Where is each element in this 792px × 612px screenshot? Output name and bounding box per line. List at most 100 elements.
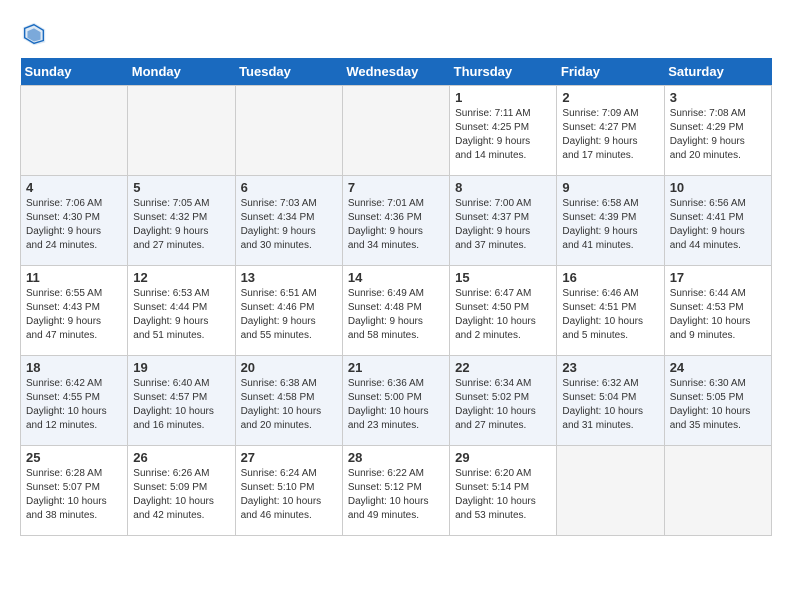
day-number: 24 xyxy=(670,360,766,375)
day-info: Sunrise: 6:49 AM Sunset: 4:48 PM Dayligh… xyxy=(348,287,444,343)
calendar-table: SundayMondayTuesdayWednesdayThursdayFrid… xyxy=(20,58,772,536)
day-info: Sunrise: 7:09 AM Sunset: 4:27 PM Dayligh… xyxy=(562,107,658,163)
day-info: Sunrise: 6:34 AM Sunset: 5:02 PM Dayligh… xyxy=(455,377,551,433)
calendar-cell: 12 Sunrise: 6:53 AM Sunset: 4:44 PM Dayli… xyxy=(128,266,235,356)
day-info: Sunrise: 7:01 AM Sunset: 4:36 PM Dayligh… xyxy=(348,197,444,253)
day-number: 11 xyxy=(26,270,122,285)
calendar-cell xyxy=(128,86,235,176)
calendar-week-3: 11 Sunrise: 6:55 AM Sunset: 4:43 PM Dayli… xyxy=(21,266,772,356)
calendar-cell: 24 Sunrise: 6:30 AM Sunset: 5:05 PM Dayli… xyxy=(664,356,771,446)
weekday-header-tuesday: Tuesday xyxy=(235,58,342,86)
calendar-cell: 28 Sunrise: 6:22 AM Sunset: 5:12 PM Dayli… xyxy=(342,446,449,536)
day-info: Sunrise: 6:26 AM Sunset: 5:09 PM Dayligh… xyxy=(133,467,229,523)
logo xyxy=(20,20,50,48)
day-info: Sunrise: 7:05 AM Sunset: 4:32 PM Dayligh… xyxy=(133,197,229,253)
day-info: Sunrise: 6:56 AM Sunset: 4:41 PM Dayligh… xyxy=(670,197,766,253)
calendar-cell: 21 Sunrise: 6:36 AM Sunset: 5:00 PM Dayli… xyxy=(342,356,449,446)
day-number: 7 xyxy=(348,180,444,195)
day-number: 26 xyxy=(133,450,229,465)
calendar-cell: 2 Sunrise: 7:09 AM Sunset: 4:27 PM Daylig… xyxy=(557,86,664,176)
day-info: Sunrise: 6:32 AM Sunset: 5:04 PM Dayligh… xyxy=(562,377,658,433)
day-number: 19 xyxy=(133,360,229,375)
weekday-header-thursday: Thursday xyxy=(450,58,557,86)
day-info: Sunrise: 6:30 AM Sunset: 5:05 PM Dayligh… xyxy=(670,377,766,433)
day-info: Sunrise: 7:11 AM Sunset: 4:25 PM Dayligh… xyxy=(455,107,551,163)
day-info: Sunrise: 7:00 AM Sunset: 4:37 PM Dayligh… xyxy=(455,197,551,253)
weekday-header-saturday: Saturday xyxy=(664,58,771,86)
calendar-cell: 26 Sunrise: 6:26 AM Sunset: 5:09 PM Dayli… xyxy=(128,446,235,536)
calendar-cell: 16Sunrise: 6:46 AM Sunset: 4:51 PM Dayli… xyxy=(557,266,664,356)
weekday-header-sunday: Sunday xyxy=(21,58,128,86)
calendar-cell: 4Sunrise: 7:06 AM Sunset: 4:30 PM Daylig… xyxy=(21,176,128,266)
day-info: Sunrise: 6:55 AM Sunset: 4:43 PM Dayligh… xyxy=(26,287,122,343)
day-number: 14 xyxy=(348,270,444,285)
calendar-cell xyxy=(557,446,664,536)
day-info: Sunrise: 6:36 AM Sunset: 5:00 PM Dayligh… xyxy=(348,377,444,433)
calendar-cell: 23 Sunrise: 6:32 AM Sunset: 5:04 PM Dayli… xyxy=(557,356,664,446)
day-number: 20 xyxy=(241,360,337,375)
calendar-cell xyxy=(664,446,771,536)
day-number: 6 xyxy=(241,180,337,195)
calendar-week-4: 18 Sunrise: 6:42 AM Sunset: 4:55 PM Dayli… xyxy=(21,356,772,446)
day-number: 10 xyxy=(670,180,766,195)
calendar-cell: 7 Sunrise: 7:01 AM Sunset: 4:36 PM Daylig… xyxy=(342,176,449,266)
calendar-week-5: 25 Sunrise: 6:28 AM Sunset: 5:07 PM Dayli… xyxy=(21,446,772,536)
day-info: Sunrise: 6:42 AM Sunset: 4:55 PM Dayligh… xyxy=(26,377,122,433)
day-number: 21 xyxy=(348,360,444,375)
day-number: 8 xyxy=(455,180,551,195)
calendar-cell: 5 Sunrise: 7:05 AM Sunset: 4:32 PM Daylig… xyxy=(128,176,235,266)
calendar-cell: 22Sunrise: 6:34 AM Sunset: 5:02 PM Dayli… xyxy=(450,356,557,446)
day-number: 4 xyxy=(26,180,122,195)
day-number: 12 xyxy=(133,270,229,285)
day-info: Sunrise: 7:08 AM Sunset: 4:29 PM Dayligh… xyxy=(670,107,766,163)
calendar-cell: 15Sunrise: 6:47 AM Sunset: 4:50 PM Dayli… xyxy=(450,266,557,356)
day-number: 29 xyxy=(455,450,551,465)
day-number: 28 xyxy=(348,450,444,465)
day-number: 15 xyxy=(455,270,551,285)
day-number: 2 xyxy=(562,90,658,105)
day-number: 3 xyxy=(670,90,766,105)
calendar-cell: 25 Sunrise: 6:28 AM Sunset: 5:07 PM Dayli… xyxy=(21,446,128,536)
page-header xyxy=(20,20,772,48)
calendar-cell: 6 Sunrise: 7:03 AM Sunset: 4:34 PM Daylig… xyxy=(235,176,342,266)
calendar-cell xyxy=(235,86,342,176)
calendar-cell: 19 Sunrise: 6:40 AM Sunset: 4:57 PM Dayli… xyxy=(128,356,235,446)
day-number: 9 xyxy=(562,180,658,195)
day-number: 18 xyxy=(26,360,122,375)
calendar-cell: 18 Sunrise: 6:42 AM Sunset: 4:55 PM Dayli… xyxy=(21,356,128,446)
day-number: 16 xyxy=(562,270,658,285)
day-info: Sunrise: 6:58 AM Sunset: 4:39 PM Dayligh… xyxy=(562,197,658,253)
day-info: Sunrise: 6:44 AM Sunset: 4:53 PM Dayligh… xyxy=(670,287,766,343)
day-number: 27 xyxy=(241,450,337,465)
day-info: Sunrise: 6:51 AM Sunset: 4:46 PM Dayligh… xyxy=(241,287,337,343)
day-info: Sunrise: 6:28 AM Sunset: 5:07 PM Dayligh… xyxy=(26,467,122,523)
calendar-cell: 8 Sunrise: 7:00 AM Sunset: 4:37 PM Daylig… xyxy=(450,176,557,266)
day-info: Sunrise: 6:22 AM Sunset: 5:12 PM Dayligh… xyxy=(348,467,444,523)
weekday-header-wednesday: Wednesday xyxy=(342,58,449,86)
calendar-cell: 9 Sunrise: 6:58 AM Sunset: 4:39 PM Daylig… xyxy=(557,176,664,266)
day-number: 13 xyxy=(241,270,337,285)
day-number: 1 xyxy=(455,90,551,105)
calendar-cell: 27 Sunrise: 6:24 AM Sunset: 5:10 PM Dayli… xyxy=(235,446,342,536)
calendar-cell: 14 Sunrise: 6:49 AM Sunset: 4:48 PM Dayli… xyxy=(342,266,449,356)
calendar-week-2: 4Sunrise: 7:06 AM Sunset: 4:30 PM Daylig… xyxy=(21,176,772,266)
logo-icon xyxy=(20,20,48,48)
day-info: Sunrise: 6:38 AM Sunset: 4:58 PM Dayligh… xyxy=(241,377,337,433)
calendar-cell: 20 Sunrise: 6:38 AM Sunset: 4:58 PM Dayli… xyxy=(235,356,342,446)
day-info: Sunrise: 6:40 AM Sunset: 4:57 PM Dayligh… xyxy=(133,377,229,433)
calendar-cell: 3 Sunrise: 7:08 AM Sunset: 4:29 PM Daylig… xyxy=(664,86,771,176)
calendar-week-1: 1 Sunrise: 7:11 AM Sunset: 4:25 PM Daylig… xyxy=(21,86,772,176)
day-number: 25 xyxy=(26,450,122,465)
day-info: Sunrise: 6:24 AM Sunset: 5:10 PM Dayligh… xyxy=(241,467,337,523)
day-info: Sunrise: 6:53 AM Sunset: 4:44 PM Dayligh… xyxy=(133,287,229,343)
calendar-cell: 1 Sunrise: 7:11 AM Sunset: 4:25 PM Daylig… xyxy=(450,86,557,176)
calendar-cell: 13 Sunrise: 6:51 AM Sunset: 4:46 PM Dayli… xyxy=(235,266,342,356)
day-info: Sunrise: 7:03 AM Sunset: 4:34 PM Dayligh… xyxy=(241,197,337,253)
calendar-cell: 11 Sunrise: 6:55 AM Sunset: 4:43 PM Dayli… xyxy=(21,266,128,356)
day-number: 23 xyxy=(562,360,658,375)
day-info: Sunrise: 6:20 AM Sunset: 5:14 PM Dayligh… xyxy=(455,467,551,523)
calendar-cell: 29 Sunrise: 6:20 AM Sunset: 5:14 PM Dayli… xyxy=(450,446,557,536)
day-number: 5 xyxy=(133,180,229,195)
calendar-cell xyxy=(342,86,449,176)
header-row: SundayMondayTuesdayWednesdayThursdayFrid… xyxy=(21,58,772,86)
